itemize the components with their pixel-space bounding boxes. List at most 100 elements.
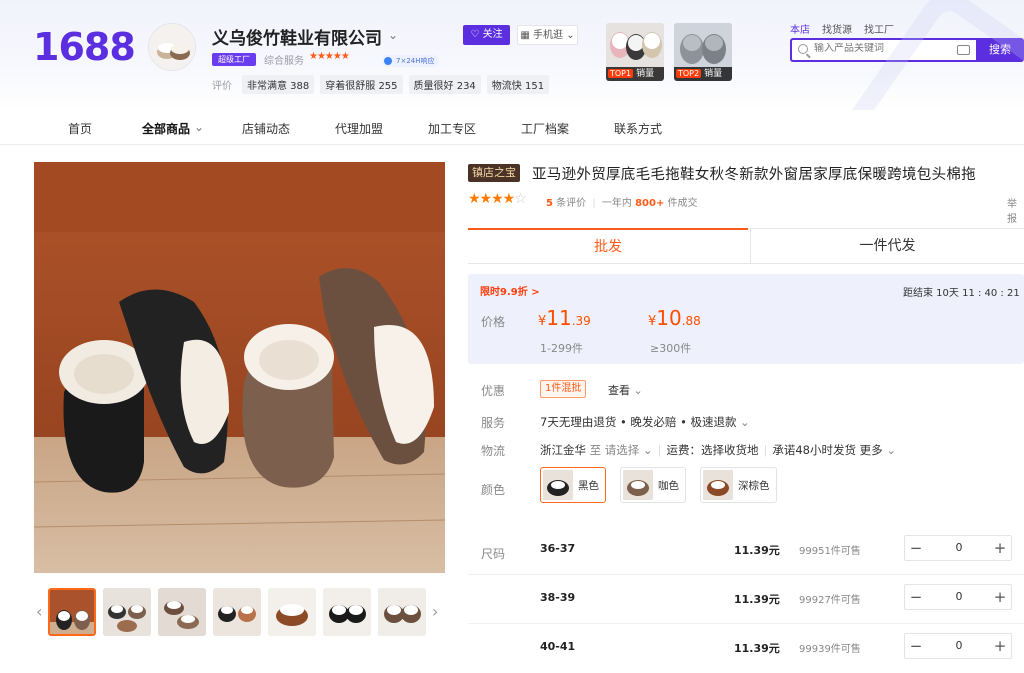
mix-badge: 1件混批 xyxy=(540,380,587,398)
rating-row: 评价 非常满意 388 穿着很舒服 255 质量很好 234 物流快 151 xyxy=(212,75,550,94)
top-tag: TOP2 销量 xyxy=(674,67,732,81)
shop-header: 1688 义乌俊竹鞋业有限公司 ⌄ 超级工厂 综合服务 ★★★★★ 7×24H响… xyxy=(0,0,1024,110)
search-input[interactable] xyxy=(814,43,944,54)
color-option-black[interactable]: 黑色 xyxy=(540,467,606,503)
rating-chip[interactable]: 穿着很舒服 255 xyxy=(320,75,403,94)
nav-all-products[interactable]: 全部商品 xyxy=(142,120,190,137)
rating-chip[interactable]: 物流快 151 xyxy=(486,75,550,94)
price-range-2: ≥300件 xyxy=(650,342,692,355)
logistics-label: 物流 xyxy=(481,444,506,458)
nav-contact[interactable]: 联系方式 xyxy=(614,120,662,137)
follow-button[interactable]: ♡ 关注 xyxy=(463,25,510,45)
quantity-stepper: − 0 + xyxy=(904,535,1012,561)
minus-icon[interactable]: − xyxy=(905,588,927,606)
quantity-stepper: − 0 + xyxy=(904,633,1012,659)
nav-home[interactable]: 首页 xyxy=(68,120,92,137)
size-row: 36-37 11.39元 99951件可售 − 0 + xyxy=(468,526,1024,575)
chevron-down-icon[interactable]: ⌄ xyxy=(194,120,204,134)
follow-label: 关注 xyxy=(482,29,503,40)
quantity-value[interactable]: 0 xyxy=(949,541,969,554)
mobile-browse-button[interactable]: ▦ 手机逛 ⌄ xyxy=(517,25,578,45)
report-link[interactable]: 举报 xyxy=(1007,195,1024,225)
price-tier-1: ¥11.39 xyxy=(538,306,591,330)
heart-icon: ♡ xyxy=(470,29,480,40)
product-title: 亚马逊外贸厚底毛毛拖鞋女秋冬新款外窗居家厚底保暖跨境包头棉拖 xyxy=(532,167,976,183)
review-summary[interactable]: 5 条评价 | 一年内 800+ 件成交 xyxy=(546,194,698,209)
camera-icon[interactable] xyxy=(957,45,970,55)
top-tag: TOP1 销量 xyxy=(606,67,664,81)
factory-badge: 超级工厂 xyxy=(212,53,256,66)
divider xyxy=(468,263,1024,264)
search-button[interactable]: 搜索 xyxy=(976,38,1024,62)
chevron-down-icon[interactable]: ⌄ xyxy=(388,28,398,42)
rating-label: 评价 xyxy=(212,81,232,92)
chevron-left-icon[interactable]: ‹ xyxy=(36,602,42,621)
chevron-down-icon: ⌄ xyxy=(633,384,643,397)
thumbnail[interactable] xyxy=(268,588,316,636)
service-terms[interactable]: 7天无理由退货 • 晚发必赔 • 极速退款 ⌄ xyxy=(540,414,750,430)
color-option-dark-brown[interactable]: 深棕色 xyxy=(700,467,777,503)
price-tier-2: ¥10.88 xyxy=(648,306,701,330)
size-row: 40-41 11.39元 99939件可售 − 0 + xyxy=(468,624,1024,673)
color-swatch xyxy=(543,470,573,500)
nav-factory-profile[interactable]: 工厂档案 xyxy=(521,120,569,137)
view-discount[interactable]: 查看 ⌄ xyxy=(608,382,643,398)
tab-dropship[interactable]: 一件代发 xyxy=(750,228,1024,264)
minus-icon[interactable]: − xyxy=(905,637,927,655)
thumbnail[interactable] xyxy=(378,588,426,636)
top-product-2[interactable]: TOP2 销量 xyxy=(674,23,732,81)
response-badge: 7×24H响应 xyxy=(382,55,439,67)
countdown: 距结束 10天 11 : 40 : 21 xyxy=(903,288,1020,299)
top-product-1[interactable]: TOP1 销量 xyxy=(606,23,664,81)
rating-chip[interactable]: 质量很好 234 xyxy=(408,75,481,94)
thumbnail[interactable] xyxy=(48,588,96,636)
shop-treasure-tag: 镇店之宝 xyxy=(468,164,520,182)
promo-label[interactable]: 限时9.9折 > xyxy=(480,283,540,298)
thumbnail[interactable] xyxy=(158,588,206,636)
quantity-value[interactable]: 0 xyxy=(949,639,969,652)
shop-name[interactable]: 义乌俊竹鞋业有限公司 xyxy=(212,24,382,49)
search-box xyxy=(790,38,976,62)
quantity-value[interactable]: 0 xyxy=(949,590,969,603)
nav-processing[interactable]: 加工专区 xyxy=(428,120,476,137)
color-option-coffee[interactable]: 咖色 xyxy=(620,467,686,503)
plus-icon[interactable]: + xyxy=(989,637,1011,655)
search-icon xyxy=(798,44,808,54)
discount-label: 优惠 xyxy=(481,384,506,398)
grid-icon: ▦ xyxy=(520,30,530,41)
thumbnail[interactable] xyxy=(323,588,371,636)
search-tab-factory[interactable]: 找工厂 xyxy=(864,21,894,36)
color-label: 颜色 xyxy=(481,483,506,497)
chevron-right-icon[interactable]: › xyxy=(432,602,438,621)
logo[interactable]: 1688 xyxy=(33,25,136,69)
thumbnail[interactable] xyxy=(213,588,261,636)
thumbnail-strip: ‹ › xyxy=(34,588,445,638)
shop-nav: 首页 全部商品 ⌄ 店铺动态 代理加盟 加工专区 工厂档案 联系方式 xyxy=(0,110,1024,145)
search-tab-shop[interactable]: 本店 xyxy=(790,21,810,36)
size-row: 38-39 11.39元 99927件可售 − 0 + xyxy=(468,575,1024,624)
plus-icon[interactable]: + xyxy=(989,588,1011,606)
price-label: 价格 xyxy=(481,315,506,329)
tab-wholesale[interactable]: 批发 xyxy=(468,228,748,264)
chevron-down-icon: ⌄ xyxy=(566,30,575,41)
minus-icon[interactable]: − xyxy=(905,539,927,557)
service-label: 服务 xyxy=(481,416,506,430)
plus-icon[interactable]: + xyxy=(989,539,1011,557)
price-range-1: 1-299件 xyxy=(540,342,583,355)
thumbnail[interactable] xyxy=(103,588,151,636)
rating-stars: ★★★★☆ xyxy=(468,191,527,207)
nav-agency[interactable]: 代理加盟 xyxy=(335,120,383,137)
mobile-label: 手机逛 xyxy=(533,30,564,41)
color-swatch xyxy=(623,470,653,500)
logistics-info[interactable]: 浙江金华 至 请选择 ⌄ | 运费：选择收货地 | 承诺48小时发货 更多 ⌄ xyxy=(540,442,896,458)
service-stars: ★★★★★ xyxy=(309,51,350,62)
rating-chip[interactable]: 非常满意 388 xyxy=(242,75,315,94)
search-tabs: 本店 找货源 找工厂 xyxy=(790,21,894,36)
nav-news[interactable]: 店铺动态 xyxy=(242,120,290,137)
main-product-image[interactable] xyxy=(34,162,445,573)
quantity-stepper: − 0 + xyxy=(904,584,1012,610)
shop-avatar[interactable] xyxy=(148,23,196,71)
color-swatch xyxy=(703,470,733,500)
service-label: 综合服务 xyxy=(264,56,304,67)
search-tab-source[interactable]: 找货源 xyxy=(822,21,852,36)
